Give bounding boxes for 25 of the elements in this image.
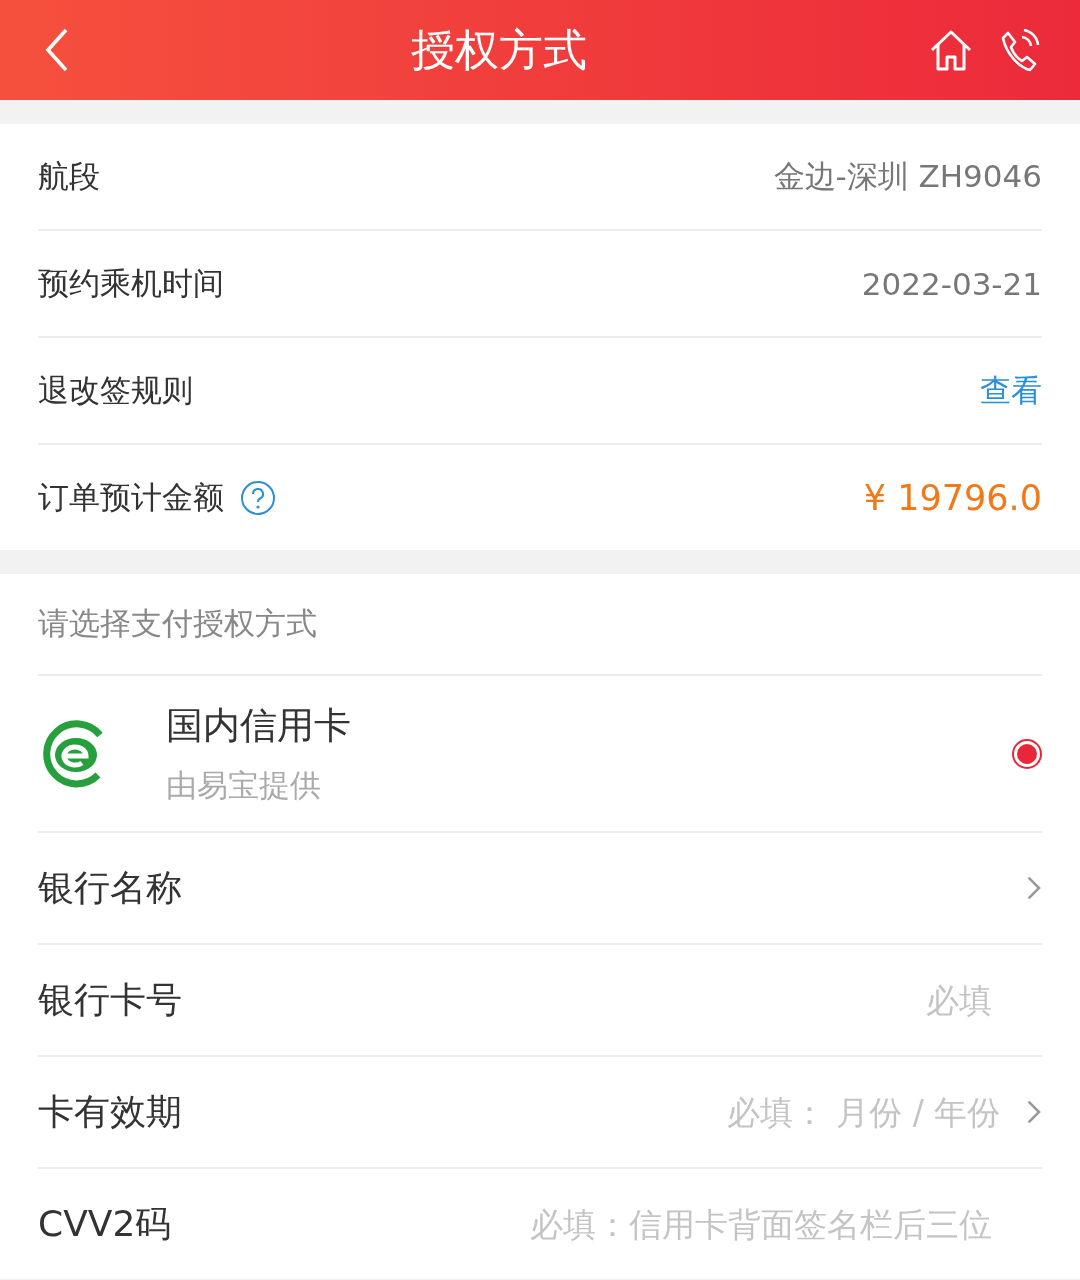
input-field[interactable]: 必填 xyxy=(370,979,994,1021)
help-icon[interactable] xyxy=(240,479,276,516)
row-value: 2022-03-21 xyxy=(861,265,1042,302)
row-label: 退改签规则 xyxy=(38,370,193,410)
row-label: 预约乘机时间 xyxy=(38,263,224,303)
phone-icon[interactable] xyxy=(1000,27,1040,73)
field-label: CVV2码 xyxy=(38,1201,172,1246)
amount-value: ¥ 19796.0 xyxy=(863,477,1042,518)
view-link[interactable]: 查看 xyxy=(980,369,1042,412)
input-field[interactable]: 必填：信用卡背面签名栏后三位 xyxy=(370,1203,994,1245)
input-field[interactable]: 必填： 月份 / 年份 xyxy=(678,1091,1003,1133)
chevron-right-icon xyxy=(1026,1099,1042,1125)
row-value: 金边-深圳 ZH9046 xyxy=(773,156,1042,196)
method-name: 国内信用卡 xyxy=(166,702,351,749)
home-icon[interactable] xyxy=(928,28,974,72)
field-label: 银行名称 xyxy=(38,865,182,910)
field-label: 银行卡号 xyxy=(38,977,182,1022)
page-title: 授权方式 xyxy=(411,22,587,77)
radio-button[interactable] xyxy=(1012,738,1042,769)
row-label: 订单预计金额 xyxy=(38,477,224,517)
row-label: 航段 xyxy=(38,156,100,196)
method-provider: 由易宝提供 xyxy=(166,765,322,805)
back-button[interactable] xyxy=(44,26,70,74)
section-prompt: 请选择支付授权方式 xyxy=(38,604,317,643)
field-label: 卡有效期 xyxy=(38,1089,182,1134)
